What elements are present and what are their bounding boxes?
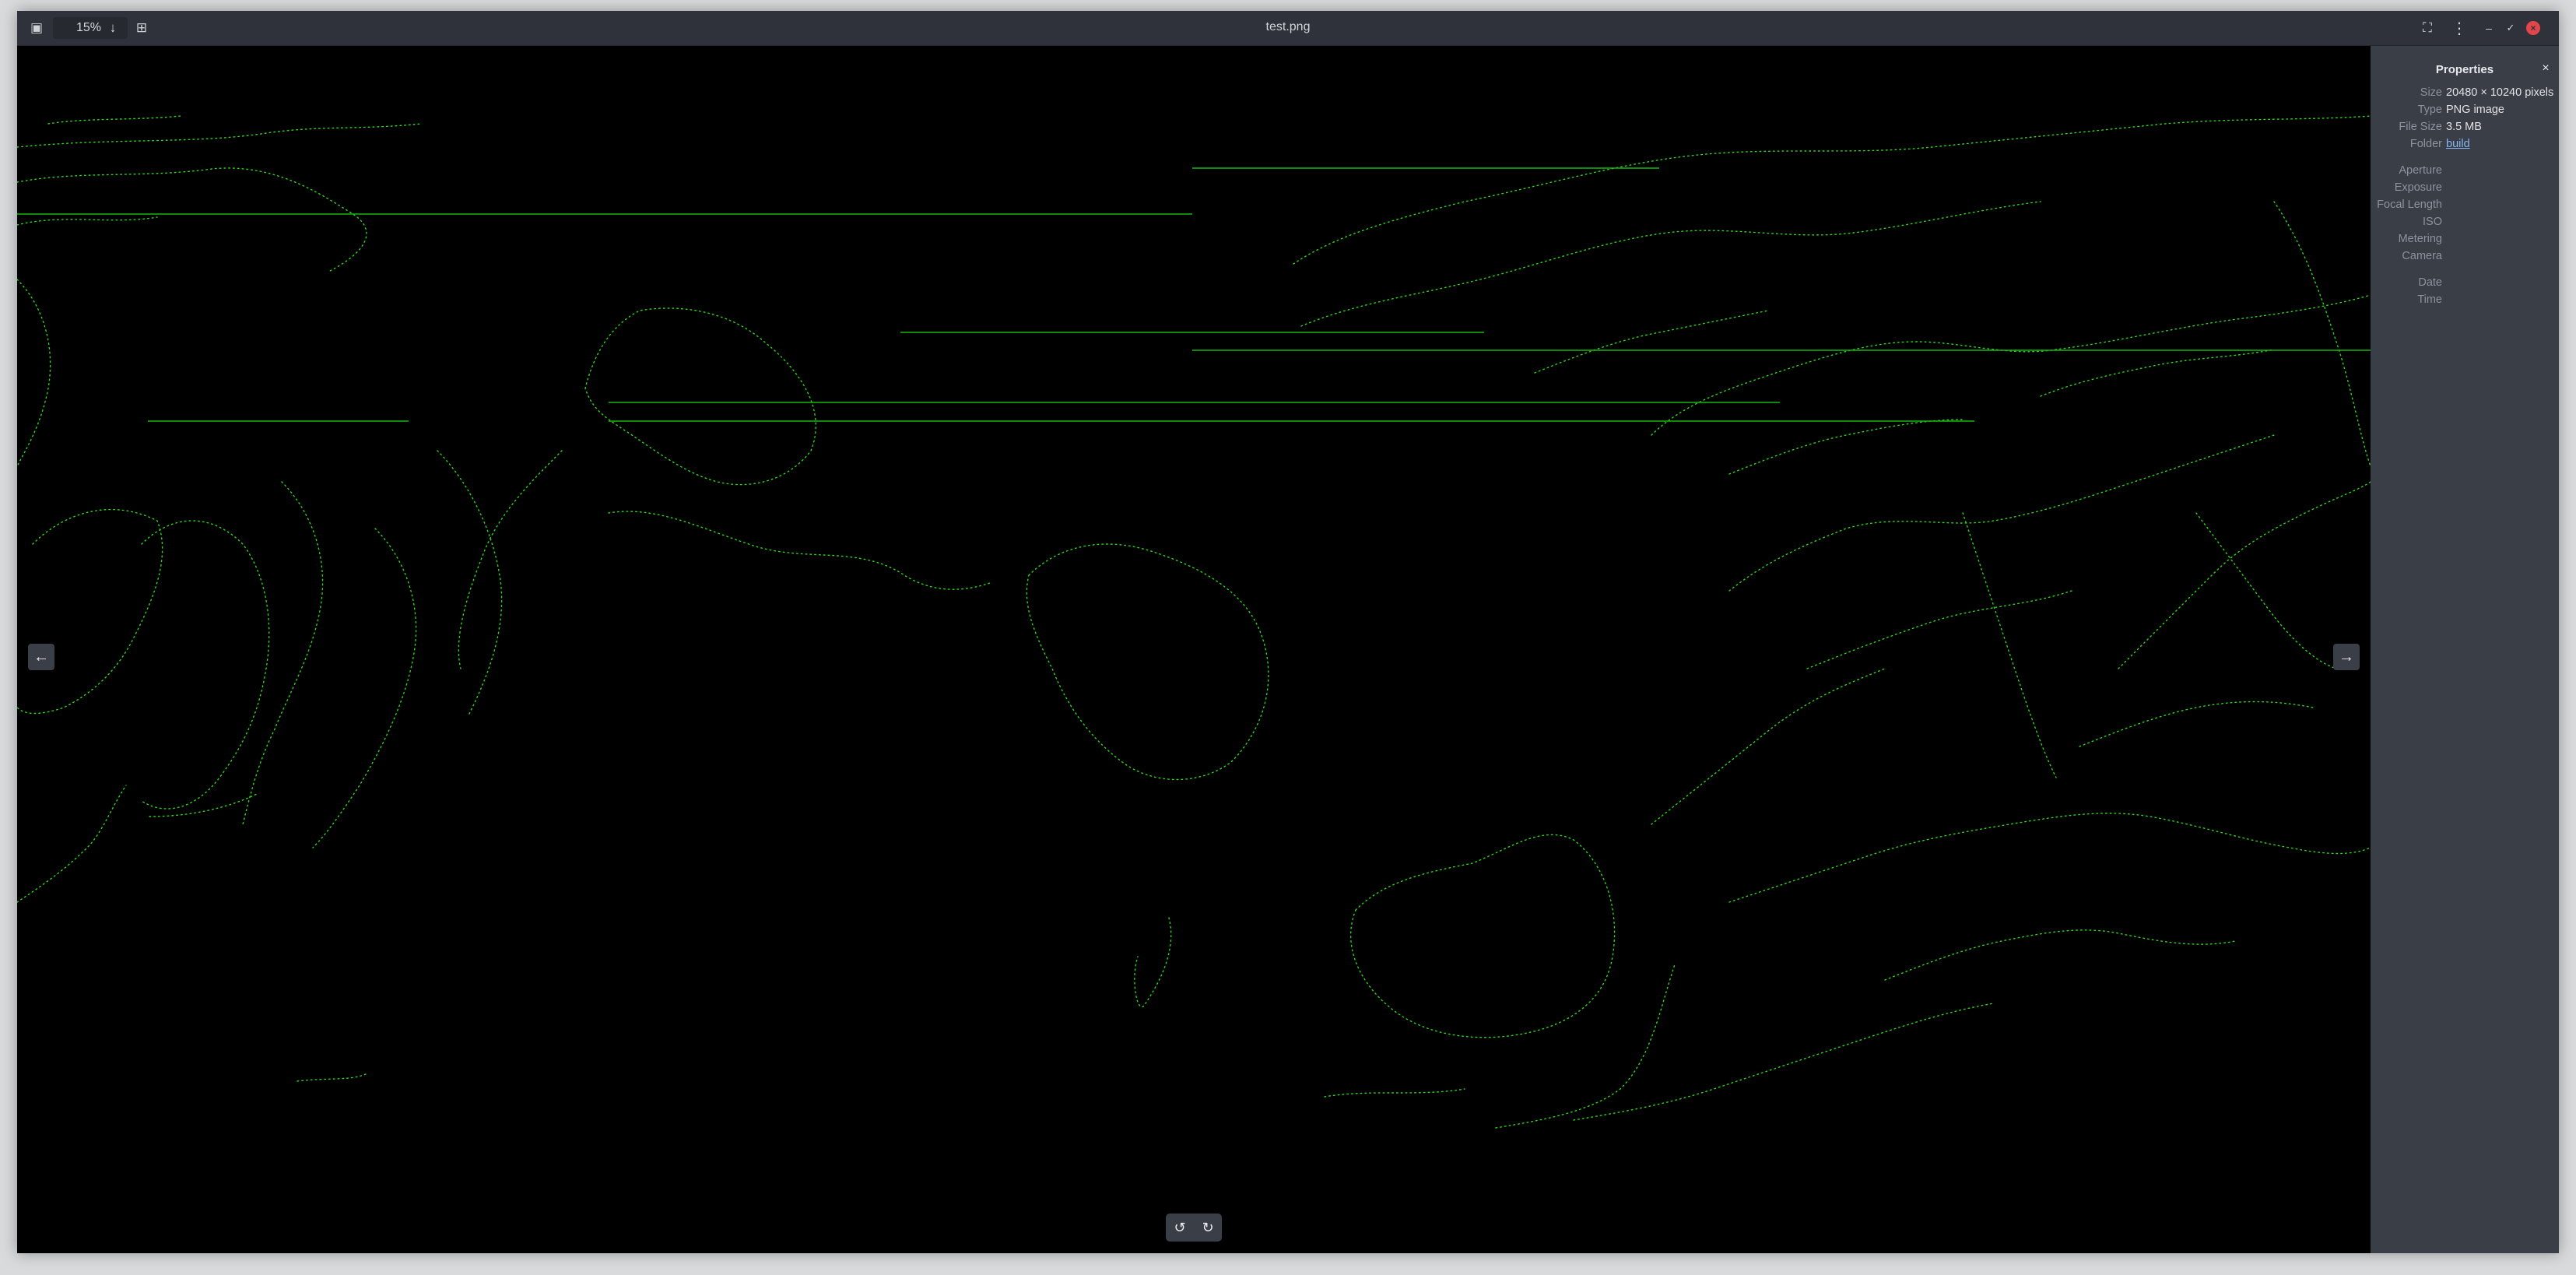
coastline (17, 279, 51, 467)
kebab-menu-icon: ⋮ (2451, 19, 2467, 37)
next-image-button[interactable]: → (2333, 644, 2360, 670)
minimize-icon: – (2486, 22, 2492, 34)
maximize-icon: ✓ (2506, 22, 2515, 33)
property-row-folder: Folder build (2371, 138, 2559, 155)
coastline (1534, 310, 1769, 374)
property-row-type: Type PNG image (2371, 104, 2559, 121)
coastline (312, 528, 417, 848)
close-properties-button[interactable]: × (2539, 61, 2553, 76)
property-value: 3.5 MB (2446, 121, 2482, 133)
property-row-size: Size 20480 × 10240 pixels (2371, 86, 2559, 104)
coastline (1349, 834, 1616, 1038)
coastline (2273, 201, 2371, 467)
coastline (437, 450, 503, 716)
coastline (1651, 668, 1886, 825)
property-row-file-size: File Size 3.5 MB (2371, 121, 2559, 138)
rotate-left-icon: ↺ (1174, 1219, 1186, 1235)
coastline (1728, 434, 2275, 592)
folder-link[interactable]: build (2446, 138, 2470, 150)
minimize-button[interactable]: – (2482, 19, 2496, 37)
property-row-time: Time (2371, 293, 2559, 311)
coastline (1728, 419, 1964, 475)
property-label: Aperture (2399, 164, 2442, 177)
property-label: Metering (2398, 233, 2442, 245)
property-value: PNG image (2446, 104, 2504, 116)
close-icon: × (2542, 61, 2550, 75)
displayed-image (17, 115, 2371, 1129)
property-label: Date (2418, 276, 2442, 289)
property-label: Camera (2402, 250, 2442, 262)
fullscreen-icon: ⛶ (2423, 20, 2432, 35)
previous-image-button[interactable]: ← (28, 644, 54, 670)
header-bar: ▣ 15% ↓ ⊞ test.png ⛶ ⋮ – ✓ × (17, 11, 2559, 46)
coastline (1293, 115, 2371, 265)
coastline (17, 508, 163, 715)
properties-panel: Properties × Size 20480 × 10240 pixels T… (2371, 46, 2559, 1253)
property-row-aperture: Aperture (2371, 164, 2559, 181)
window-title: test.png (1265, 20, 1311, 33)
coastline (1134, 917, 1172, 1008)
coastline (2040, 349, 2275, 397)
property-row-iso: ISO (2371, 216, 2559, 233)
rotate-controls: ↺ ↻ (1166, 1214, 1222, 1242)
coastline (17, 216, 158, 226)
coastline (1728, 813, 2371, 903)
rotate-left-button[interactable]: ↺ (1166, 1214, 1194, 1242)
coastline (1324, 1088, 1465, 1098)
coastline (17, 123, 423, 148)
coastline (2079, 701, 2314, 747)
property-label: Size (2420, 86, 2442, 99)
property-label: ISO (2423, 216, 2442, 228)
property-label: Folder (2409, 138, 2442, 150)
image-viewer-window: ▣ 15% ↓ ⊞ test.png ⛶ ⋮ – ✓ × ← → ↺ ↻ Pro… (17, 11, 2559, 1253)
maximize-button[interactable]: ✓ (2504, 19, 2518, 37)
menu-button[interactable]: ⋮ (2451, 19, 2467, 37)
property-row-exposure: Exposure (2371, 181, 2559, 198)
rotate-right-icon: ↻ (1202, 1219, 1214, 1235)
property-label: Time (2417, 293, 2442, 306)
properties-title: Properties (2435, 63, 2494, 76)
close-icon: × (2530, 23, 2536, 33)
coastline (584, 307, 816, 486)
close-button[interactable]: × (2526, 21, 2540, 35)
property-value: 20480 × 10240 pixels (2446, 86, 2554, 99)
rotate-right-button[interactable]: ↻ (1194, 1214, 1222, 1242)
coastline (608, 511, 991, 590)
property-row-date: Date (2371, 276, 2559, 293)
coastline (1884, 929, 2236, 981)
property-label: Focal Length (2377, 198, 2442, 211)
property-row-metering: Metering (2371, 233, 2559, 250)
coastline (17, 785, 127, 903)
coastline (1806, 590, 2072, 669)
coastline (297, 1073, 368, 1082)
coastline (47, 115, 181, 125)
coastline (1651, 294, 2371, 436)
arrow-left-icon: ← (33, 648, 49, 666)
arrow-right-icon: → (2339, 648, 2354, 666)
fullscreen-button[interactable]: ⛶ (2418, 19, 2437, 37)
property-label: Type (2417, 104, 2442, 116)
image-canvas[interactable]: ← → ↺ ↻ (17, 46, 2371, 1253)
property-label: Exposure (2394, 181, 2442, 194)
property-row-camera: Camera (2371, 250, 2559, 267)
property-label: File Size (2399, 121, 2442, 133)
property-row-focal-length: Focal Length (2371, 198, 2559, 216)
coastline (1962, 512, 2057, 778)
coastline (1026, 543, 1269, 781)
